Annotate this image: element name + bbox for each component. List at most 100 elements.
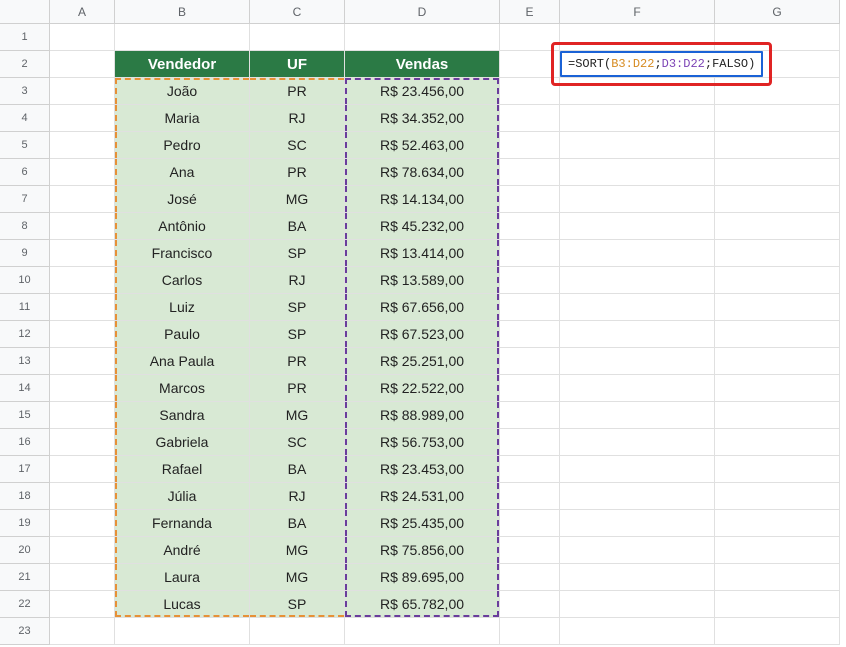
row-header-16[interactable]: 16 <box>0 429 50 456</box>
row-header-3[interactable]: 3 <box>0 78 50 105</box>
cell-F21[interactable] <box>560 564 715 591</box>
cell-G15[interactable] <box>715 402 840 429</box>
row-header-12[interactable]: 12 <box>0 321 50 348</box>
row-header-19[interactable]: 19 <box>0 510 50 537</box>
cell-C19[interactable]: BA <box>250 510 345 537</box>
cell-B4[interactable]: Maria <box>115 105 250 132</box>
cell-G23[interactable] <box>715 618 840 645</box>
cell-E15[interactable] <box>500 402 560 429</box>
row-header-7[interactable]: 7 <box>0 186 50 213</box>
cell-B16[interactable]: Gabriela <box>115 429 250 456</box>
row-header-4[interactable]: 4 <box>0 105 50 132</box>
cell-A20[interactable] <box>50 537 115 564</box>
cell-F11[interactable] <box>560 294 715 321</box>
cell-D8[interactable]: R$ 45.232,00 <box>345 213 500 240</box>
cell-B7[interactable]: José <box>115 186 250 213</box>
col-header-E[interactable]: E <box>500 0 560 24</box>
cell-F2[interactable]: =SORT(B3:D22;D3:D22;FALSO) <box>560 51 715 78</box>
cell-B11[interactable]: Luiz <box>115 294 250 321</box>
cell-A17[interactable] <box>50 456 115 483</box>
cell-B18[interactable]: Júlia <box>115 483 250 510</box>
cell-A13[interactable] <box>50 348 115 375</box>
cell-F14[interactable] <box>560 375 715 402</box>
cell-B13[interactable]: Ana Paula <box>115 348 250 375</box>
cell-C12[interactable]: SP <box>250 321 345 348</box>
cell-E10[interactable] <box>500 267 560 294</box>
cell-G21[interactable] <box>715 564 840 591</box>
cell-D10[interactable]: R$ 13.589,00 <box>345 267 500 294</box>
row-header-18[interactable]: 18 <box>0 483 50 510</box>
cell-F7[interactable] <box>560 186 715 213</box>
cell-G1[interactable] <box>715 24 840 51</box>
cell-B22[interactable]: Lucas <box>115 591 250 618</box>
cell-A18[interactable] <box>50 483 115 510</box>
row-header-22[interactable]: 22 <box>0 591 50 618</box>
cell-B6[interactable]: Ana <box>115 159 250 186</box>
cell-E11[interactable] <box>500 294 560 321</box>
cell-A5[interactable] <box>50 132 115 159</box>
cell-G20[interactable] <box>715 537 840 564</box>
row-header-5[interactable]: 5 <box>0 132 50 159</box>
cell-D17[interactable]: R$ 23.453,00 <box>345 456 500 483</box>
cell-G12[interactable] <box>715 321 840 348</box>
cell-A23[interactable] <box>50 618 115 645</box>
col-header-C[interactable]: C <box>250 0 345 24</box>
cell-F12[interactable] <box>560 321 715 348</box>
cell-A15[interactable] <box>50 402 115 429</box>
cell-D11[interactable]: R$ 67.656,00 <box>345 294 500 321</box>
col-header-D[interactable]: D <box>345 0 500 24</box>
cell-A8[interactable] <box>50 213 115 240</box>
cell-D14[interactable]: R$ 22.522,00 <box>345 375 500 402</box>
row-header-21[interactable]: 21 <box>0 564 50 591</box>
cell-C15[interactable]: MG <box>250 402 345 429</box>
cell-D19[interactable]: R$ 25.435,00 <box>345 510 500 537</box>
cell-C20[interactable]: MG <box>250 537 345 564</box>
cell-C11[interactable]: SP <box>250 294 345 321</box>
col-header-G[interactable]: G <box>715 0 840 24</box>
cell-G5[interactable] <box>715 132 840 159</box>
cell-D21[interactable]: R$ 89.695,00 <box>345 564 500 591</box>
cell-G13[interactable] <box>715 348 840 375</box>
row-header-23[interactable]: 23 <box>0 618 50 645</box>
cell-G9[interactable] <box>715 240 840 267</box>
cell-D16[interactable]: R$ 56.753,00 <box>345 429 500 456</box>
row-header-1[interactable]: 1 <box>0 24 50 51</box>
cell-C22[interactable]: SP <box>250 591 345 618</box>
cell-B5[interactable]: Pedro <box>115 132 250 159</box>
cell-E1[interactable] <box>500 24 560 51</box>
cell-G7[interactable] <box>715 186 840 213</box>
col-header-F[interactable]: F <box>560 0 715 24</box>
cell-B12[interactable]: Paulo <box>115 321 250 348</box>
cell-D20[interactable]: R$ 75.856,00 <box>345 537 500 564</box>
cell-D18[interactable]: R$ 24.531,00 <box>345 483 500 510</box>
row-header-15[interactable]: 15 <box>0 402 50 429</box>
cell-F16[interactable] <box>560 429 715 456</box>
col-header-B[interactable]: B <box>115 0 250 24</box>
cell-F23[interactable] <box>560 618 715 645</box>
row-header-6[interactable]: 6 <box>0 159 50 186</box>
cell-E20[interactable] <box>500 537 560 564</box>
cell-A16[interactable] <box>50 429 115 456</box>
select-all-corner[interactable] <box>0 0 50 24</box>
cell-E9[interactable] <box>500 240 560 267</box>
cell-C7[interactable]: MG <box>250 186 345 213</box>
cell-E23[interactable] <box>500 618 560 645</box>
cell-E7[interactable] <box>500 186 560 213</box>
cell-G11[interactable] <box>715 294 840 321</box>
cell-F15[interactable] <box>560 402 715 429</box>
cell-A21[interactable] <box>50 564 115 591</box>
cell-G18[interactable] <box>715 483 840 510</box>
cell-D22[interactable]: R$ 65.782,00 <box>345 591 500 618</box>
cell-D6[interactable]: R$ 78.634,00 <box>345 159 500 186</box>
cell-C6[interactable]: PR <box>250 159 345 186</box>
cell-D7[interactable]: R$ 14.134,00 <box>345 186 500 213</box>
cell-D13[interactable]: R$ 25.251,00 <box>345 348 500 375</box>
cell-B14[interactable]: Marcos <box>115 375 250 402</box>
cell-E17[interactable] <box>500 456 560 483</box>
cell-A11[interactable] <box>50 294 115 321</box>
cell-G10[interactable] <box>715 267 840 294</box>
cell-C18[interactable]: RJ <box>250 483 345 510</box>
cell-E14[interactable] <box>500 375 560 402</box>
cell-E13[interactable] <box>500 348 560 375</box>
cell-D12[interactable]: R$ 67.523,00 <box>345 321 500 348</box>
